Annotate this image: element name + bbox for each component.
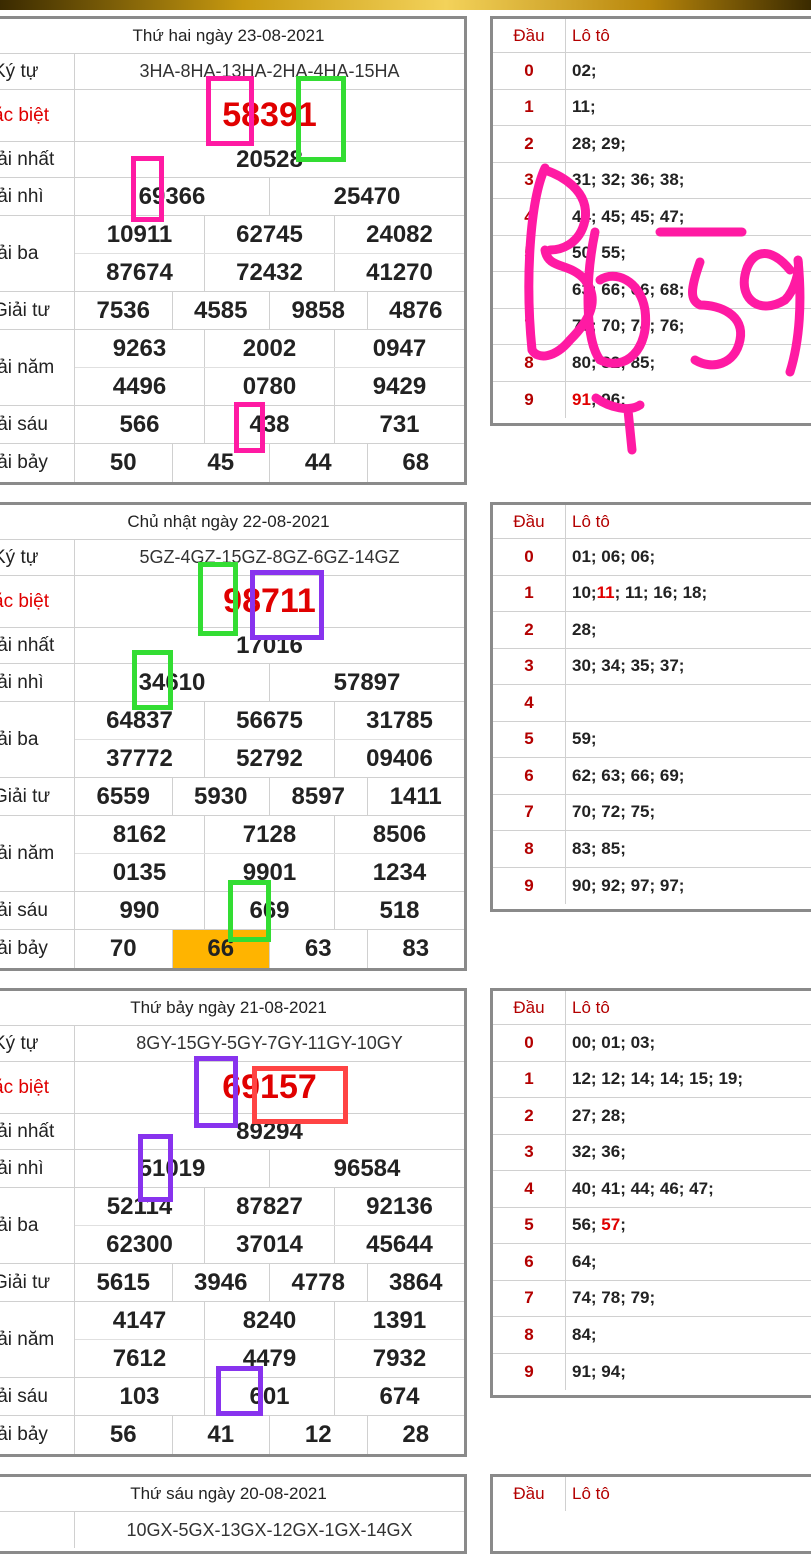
scribble-stroke	[688, 257, 746, 370]
scribble-stroke	[739, 249, 805, 377]
scribble-stroke	[583, 227, 651, 368]
handwriting-scribble	[524, 163, 805, 455]
scribble-stroke	[591, 393, 645, 455]
scribble-stroke	[540, 165, 590, 255]
